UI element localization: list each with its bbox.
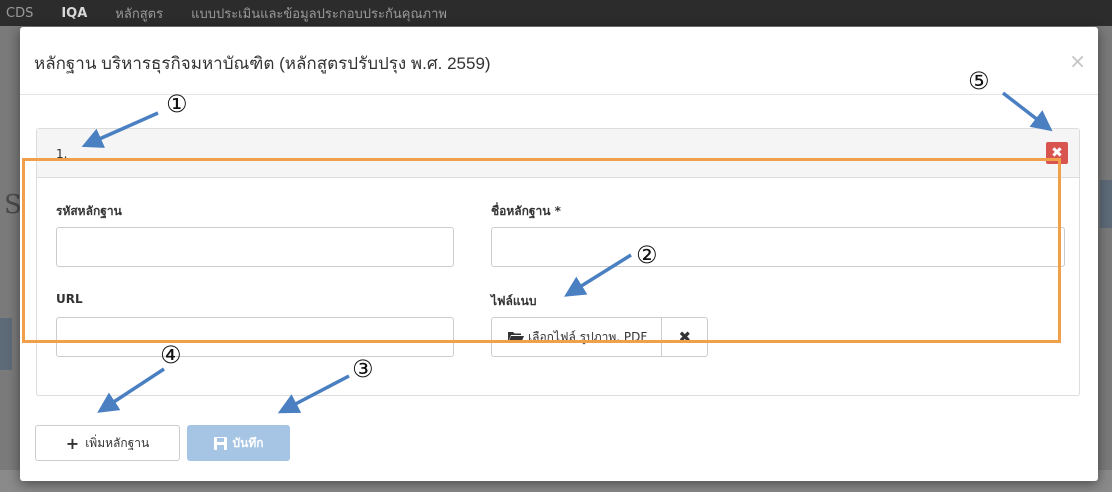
save-label: บันทึก [232, 435, 264, 450]
nav-item-iqa: IQA [61, 5, 88, 21]
modal-title: หลักฐาน บริหารธุรกิจมหาบัณฑิต (หลักสูตรป… [34, 54, 491, 73]
modal-header: หลักฐาน บริหารธุรกิจมหาบัณฑิต (หลักสูตรป… [20, 27, 1098, 95]
background-right-block [1100, 180, 1112, 228]
add-evidence-button[interactable]: + เพิ่มหลักฐาน [35, 425, 180, 461]
background-navbar: CDS IQA หลักสูตร แบบประเมินและข้อมูลประก… [0, 0, 1112, 26]
plus-icon: + [65, 433, 80, 453]
background-sidebar-block [0, 318, 12, 370]
save-button[interactable]: บันทึก [187, 425, 290, 461]
highlight-frame [22, 158, 1061, 343]
nav-item-assessment: แบบประเมินและข้อมูลประกอบประกันคุณภาพ [191, 6, 447, 22]
floppy-disk-icon [213, 436, 227, 450]
close-icon[interactable]: × [1069, 49, 1086, 73]
annotation-5: ⑤ [968, 67, 990, 95]
annotation-4: ④ [160, 341, 182, 369]
add-evidence-label: เพิ่มหลักฐาน [85, 435, 150, 450]
annotation-3: ③ [352, 355, 374, 383]
nav-item-cds: CDS [6, 5, 34, 21]
nav-item-curriculum: หลักสูตร [115, 6, 164, 22]
annotation-2: ② [636, 241, 658, 269]
annotation-1: ① [166, 90, 188, 118]
